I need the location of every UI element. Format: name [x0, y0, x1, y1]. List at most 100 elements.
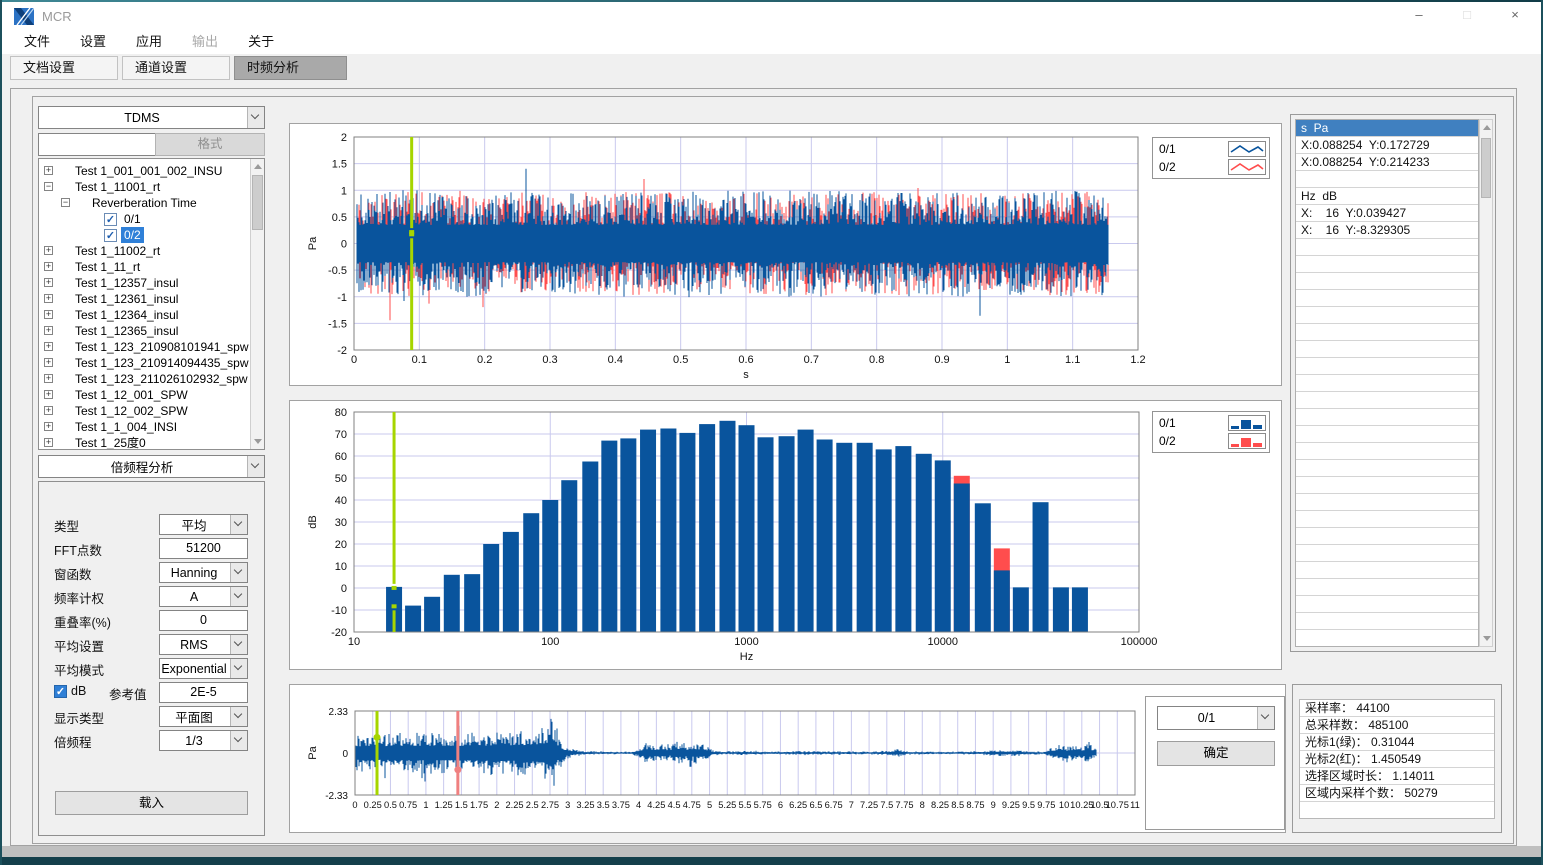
tree-item[interactable]: +Test 1_123_210914094435_spw: [39, 355, 249, 371]
tree-item[interactable]: − Test 1_11001_rt: [39, 179, 249, 195]
form-label: 平均模式: [54, 660, 104, 679]
expand-icon[interactable]: +: [44, 342, 53, 351]
tree-item[interactable]: +Test 1_123_211026102932_spw: [39, 371, 249, 387]
tree-item[interactable]: +Test 1_12_002_SPW: [39, 403, 249, 419]
scroll-down-icon[interactable]: [254, 439, 262, 444]
db-checkbox[interactable]: ✓: [54, 685, 67, 698]
load-button[interactable]: 载入: [55, 791, 248, 815]
analysis-type-select[interactable]: 倍频程分析: [38, 455, 265, 478]
scroll-up-icon[interactable]: [1483, 125, 1491, 130]
expand-icon[interactable]: +: [44, 310, 53, 319]
scroll-down-icon[interactable]: [1483, 636, 1491, 641]
x-tick-label: 7.75: [895, 800, 913, 810]
cursor-dot[interactable]: [374, 734, 381, 741]
form-select[interactable]: A: [159, 586, 248, 607]
expand-icon[interactable]: +: [44, 166, 53, 175]
collapse-icon[interactable]: −: [61, 198, 70, 207]
tree-item-label: Test 1_11001_rt: [72, 179, 163, 195]
readout-row: [1296, 256, 1478, 273]
channel-select[interactable]: 0/1: [1157, 706, 1275, 730]
tree-item[interactable]: +Test 1_12361_insul: [39, 291, 249, 307]
confirm-button[interactable]: 确定: [1157, 741, 1275, 766]
stat-row: 选择区域时长： 1.14011: [1300, 768, 1494, 785]
form-input[interactable]: 51200: [159, 538, 248, 559]
tree-item[interactable]: +Test 1_11_rt: [39, 259, 249, 275]
expand-icon[interactable]: +: [44, 278, 53, 287]
tree-item[interactable]: ✓0/1: [39, 211, 249, 227]
menu-item-0[interactable]: 文件: [16, 30, 58, 54]
tree-item-checkbox[interactable]: ✓: [104, 213, 117, 226]
scrollbar-thumb[interactable]: [1481, 138, 1491, 198]
file-format-select[interactable]: TDMS: [38, 106, 265, 129]
scroll-up-icon[interactable]: [254, 164, 262, 169]
readout-row: [1296, 613, 1478, 630]
expand-icon[interactable]: +: [44, 374, 53, 383]
readout-scrollbar[interactable]: [1479, 119, 1493, 647]
expand-icon[interactable]: +: [44, 390, 53, 399]
x-tick-label: 7: [849, 800, 854, 810]
bar-blue: [1053, 587, 1069, 632]
bar-blue: [640, 430, 656, 632]
expand-icon[interactable]: +: [44, 262, 53, 271]
form-select[interactable]: 1/3: [159, 730, 248, 751]
menu-item-4[interactable]: 关于: [240, 30, 282, 54]
spectrum-plot: 1010010001000010000080706050403020100-10…: [290, 401, 1281, 669]
format-button[interactable]: 格式: [155, 133, 265, 156]
tree-item[interactable]: +Test 1_001_001_002_INSU: [39, 163, 249, 179]
menu-item-3[interactable]: 输出: [184, 30, 226, 54]
expand-icon[interactable]: +: [44, 438, 53, 447]
titlebar: MCR – □ ×: [2, 2, 1541, 30]
tree-item[interactable]: + Test 1_25度0: [39, 435, 249, 450]
form-input[interactable]: 0: [159, 610, 248, 631]
menu-item-2[interactable]: 应用: [128, 30, 170, 54]
close-button[interactable]: ×: [1491, 2, 1539, 30]
tree-item[interactable]: +Test 1_1_004_INSI: [39, 419, 249, 435]
readout-row: X:0.088254 Y:0.214233: [1296, 154, 1478, 171]
tree-item[interactable]: + Test 1_123_210908101941_spw: [39, 339, 249, 355]
tab-1[interactable]: 通道设置: [122, 56, 230, 80]
maximize-button[interactable]: □: [1443, 2, 1491, 30]
readout-row: [1296, 324, 1478, 341]
time-waveform-plot: 00.10.20.30.40.50.60.70.80.911.11.221.51…: [290, 124, 1281, 385]
tree-item[interactable]: +Test 1_11002_rt: [39, 243, 249, 259]
tree-item-label: Test 1_25度0: [72, 435, 149, 450]
form-select[interactable]: Hanning: [159, 562, 248, 583]
x-tick-label: 2.5: [526, 800, 539, 810]
tree-item[interactable]: + Test 1_12357_insul: [39, 275, 249, 291]
expand-icon[interactable]: +: [44, 294, 53, 303]
tree-item[interactable]: +Test 1_12_001_SPW: [39, 387, 249, 403]
cursor-marker[interactable]: [392, 604, 397, 608]
line-series-icon: [1228, 159, 1266, 175]
tab-0[interactable]: 文档设置: [10, 56, 118, 80]
scrollbar-thumb[interactable]: [252, 175, 263, 230]
bar-blue: [582, 462, 598, 633]
tree-item[interactable]: − Reverberation Time: [39, 195, 249, 211]
tree-item[interactable]: +Test 1_12365_insul: [39, 323, 249, 339]
cursor-dot[interactable]: [454, 766, 461, 773]
cursor-marker[interactable]: [392, 586, 397, 590]
form-select[interactable]: 平面图: [159, 706, 248, 727]
form-select[interactable]: 平均: [159, 514, 248, 535]
expand-icon[interactable]: +: [44, 246, 53, 255]
minimize-button[interactable]: –: [1395, 2, 1443, 30]
menu-item-1[interactable]: 设置: [72, 30, 114, 54]
expand-icon[interactable]: +: [44, 422, 53, 431]
tree-item[interactable]: +Test 1_12364_insul: [39, 307, 249, 323]
collapse-icon[interactable]: −: [44, 182, 53, 191]
form-select[interactable]: RMS: [159, 634, 248, 655]
filter-input[interactable]: [38, 133, 156, 156]
tree-item[interactable]: ✓0/2: [39, 227, 249, 243]
expand-icon[interactable]: +: [44, 326, 53, 335]
form-input[interactable]: 2E-5: [159, 682, 248, 703]
tree-item-checkbox[interactable]: ✓: [104, 229, 117, 242]
bar-blue: [523, 513, 539, 632]
cursor-marker[interactable]: [409, 232, 414, 236]
tree-item-label: Test 1_12357_insul: [72, 275, 181, 291]
tree-item-label: Test 1_123_210908101941_spw: [72, 339, 251, 355]
tab-2[interactable]: 时频分析: [234, 56, 347, 80]
tree-item-label: Reverberation Time: [89, 195, 200, 211]
tree-scrollbar[interactable]: [250, 159, 264, 449]
form-select[interactable]: Exponential: [159, 658, 248, 679]
expand-icon[interactable]: +: [44, 358, 53, 367]
expand-icon[interactable]: +: [44, 406, 53, 415]
